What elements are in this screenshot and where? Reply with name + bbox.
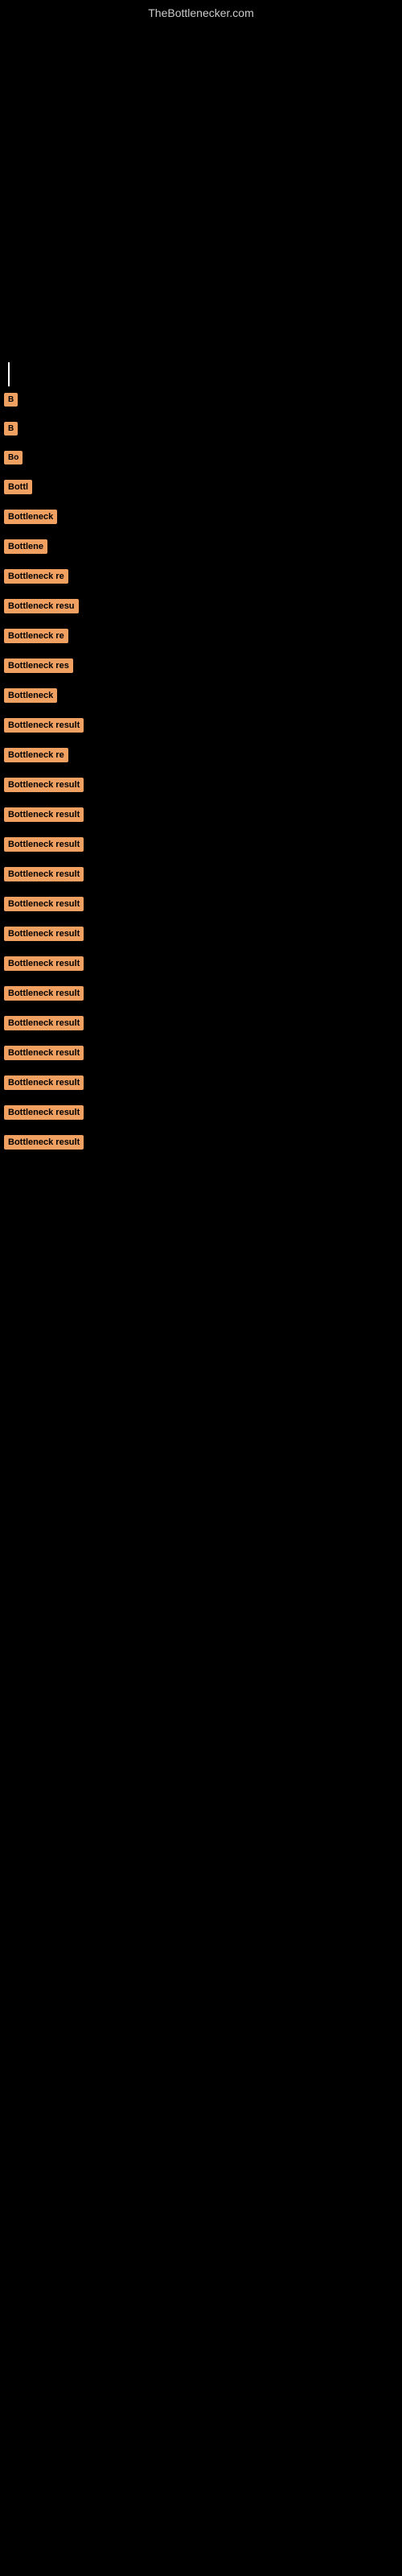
bottleneck-result-label: Bottleneck result <box>4 1135 84 1150</box>
bottleneck-item: Bottleneck result <box>4 778 402 796</box>
bottleneck-result-label: Bottleneck resu <box>4 599 79 613</box>
bottleneck-item: Bottleneck result <box>4 986 402 1005</box>
bottleneck-result-label: Bottleneck result <box>4 718 84 733</box>
bottleneck-result-label: Bottleneck result <box>4 1046 84 1060</box>
bottleneck-item: Bottleneck <box>4 688 402 707</box>
bottleneck-item: Bottleneck result <box>4 1046 402 1064</box>
bottleneck-item: Bottleneck result <box>4 807 402 826</box>
chart-area <box>0 23 402 377</box>
bottleneck-item: Bottleneck result <box>4 1016 402 1034</box>
bottleneck-item: Bottleneck res <box>4 658 402 677</box>
bottleneck-result-label: Bottleneck re <box>4 569 68 584</box>
bottleneck-result-label: B <box>4 393 18 407</box>
bottleneck-result-label: Bottleneck result <box>4 867 84 881</box>
bottleneck-item: Bottleneck result <box>4 1105 402 1124</box>
bottleneck-result-label: Bottleneck <box>4 688 57 703</box>
bottleneck-result-label: Bo <box>4 451 23 464</box>
cursor-indicator <box>8 362 10 386</box>
bottleneck-result-label: B <box>4 422 18 436</box>
bottleneck-result-label: Bottleneck result <box>4 1105 84 1120</box>
bottleneck-item: Bo <box>4 451 402 469</box>
bottleneck-item: Bottleneck re <box>4 569 402 588</box>
bottleneck-result-label: Bottleneck result <box>4 807 84 822</box>
bottleneck-result-label: Bottleneck result <box>4 897 84 911</box>
page-container: TheBottlenecker.com BBBoBottlBottleneckB… <box>0 0 402 1154</box>
bottleneck-item: Bottleneck result <box>4 1075 402 1094</box>
bottleneck-result-label: Bottleneck result <box>4 778 84 792</box>
bottleneck-result-label: Bottleneck result <box>4 986 84 1001</box>
bottleneck-item: Bottleneck result <box>4 1135 402 1154</box>
site-title: TheBottlenecker.com <box>0 0 402 23</box>
bottleneck-result-label: Bottleneck re <box>4 629 68 643</box>
bottleneck-result-label: Bottlene <box>4 539 47 554</box>
bottleneck-item: Bottleneck <box>4 510 402 528</box>
bottleneck-result-label: Bottleneck result <box>4 956 84 971</box>
bottleneck-item: Bottleneck result <box>4 718 402 737</box>
bottleneck-item: Bottleneck result <box>4 867 402 886</box>
bottleneck-item: B <box>4 422 402 440</box>
bottleneck-items-container: B B Bo Bottl Bottleneck Bottlene Bottleneck re… <box>0 377 402 1154</box>
bottleneck-result-label: Bottleneck <box>4 510 57 524</box>
bottleneck-result-label: Bottl <box>4 480 32 494</box>
bottleneck-item: Bottleneck result <box>4 837 402 856</box>
bottleneck-item: Bottl <box>4 480 402 498</box>
bottleneck-result-label: Bottleneck re <box>4 748 68 762</box>
bottleneck-result-label: Bottleneck result <box>4 1016 84 1030</box>
bottleneck-result-label: Bottleneck result <box>4 837 84 852</box>
bottleneck-item: Bottleneck result <box>4 956 402 975</box>
bottleneck-result-label: Bottleneck res <box>4 658 73 673</box>
bottleneck-result-label: Bottleneck result <box>4 1075 84 1090</box>
bottleneck-item: Bottleneck result <box>4 927 402 945</box>
bottleneck-item: Bottleneck re <box>4 629 402 647</box>
bottleneck-result-label: Bottleneck result <box>4 927 84 941</box>
bottleneck-item: Bottleneck resu <box>4 599 402 617</box>
bottleneck-item: Bottleneck result <box>4 897 402 915</box>
bottleneck-item: B <box>4 393 402 411</box>
bottleneck-item: Bottlene <box>4 539 402 558</box>
bottleneck-item: Bottleneck re <box>4 748 402 766</box>
